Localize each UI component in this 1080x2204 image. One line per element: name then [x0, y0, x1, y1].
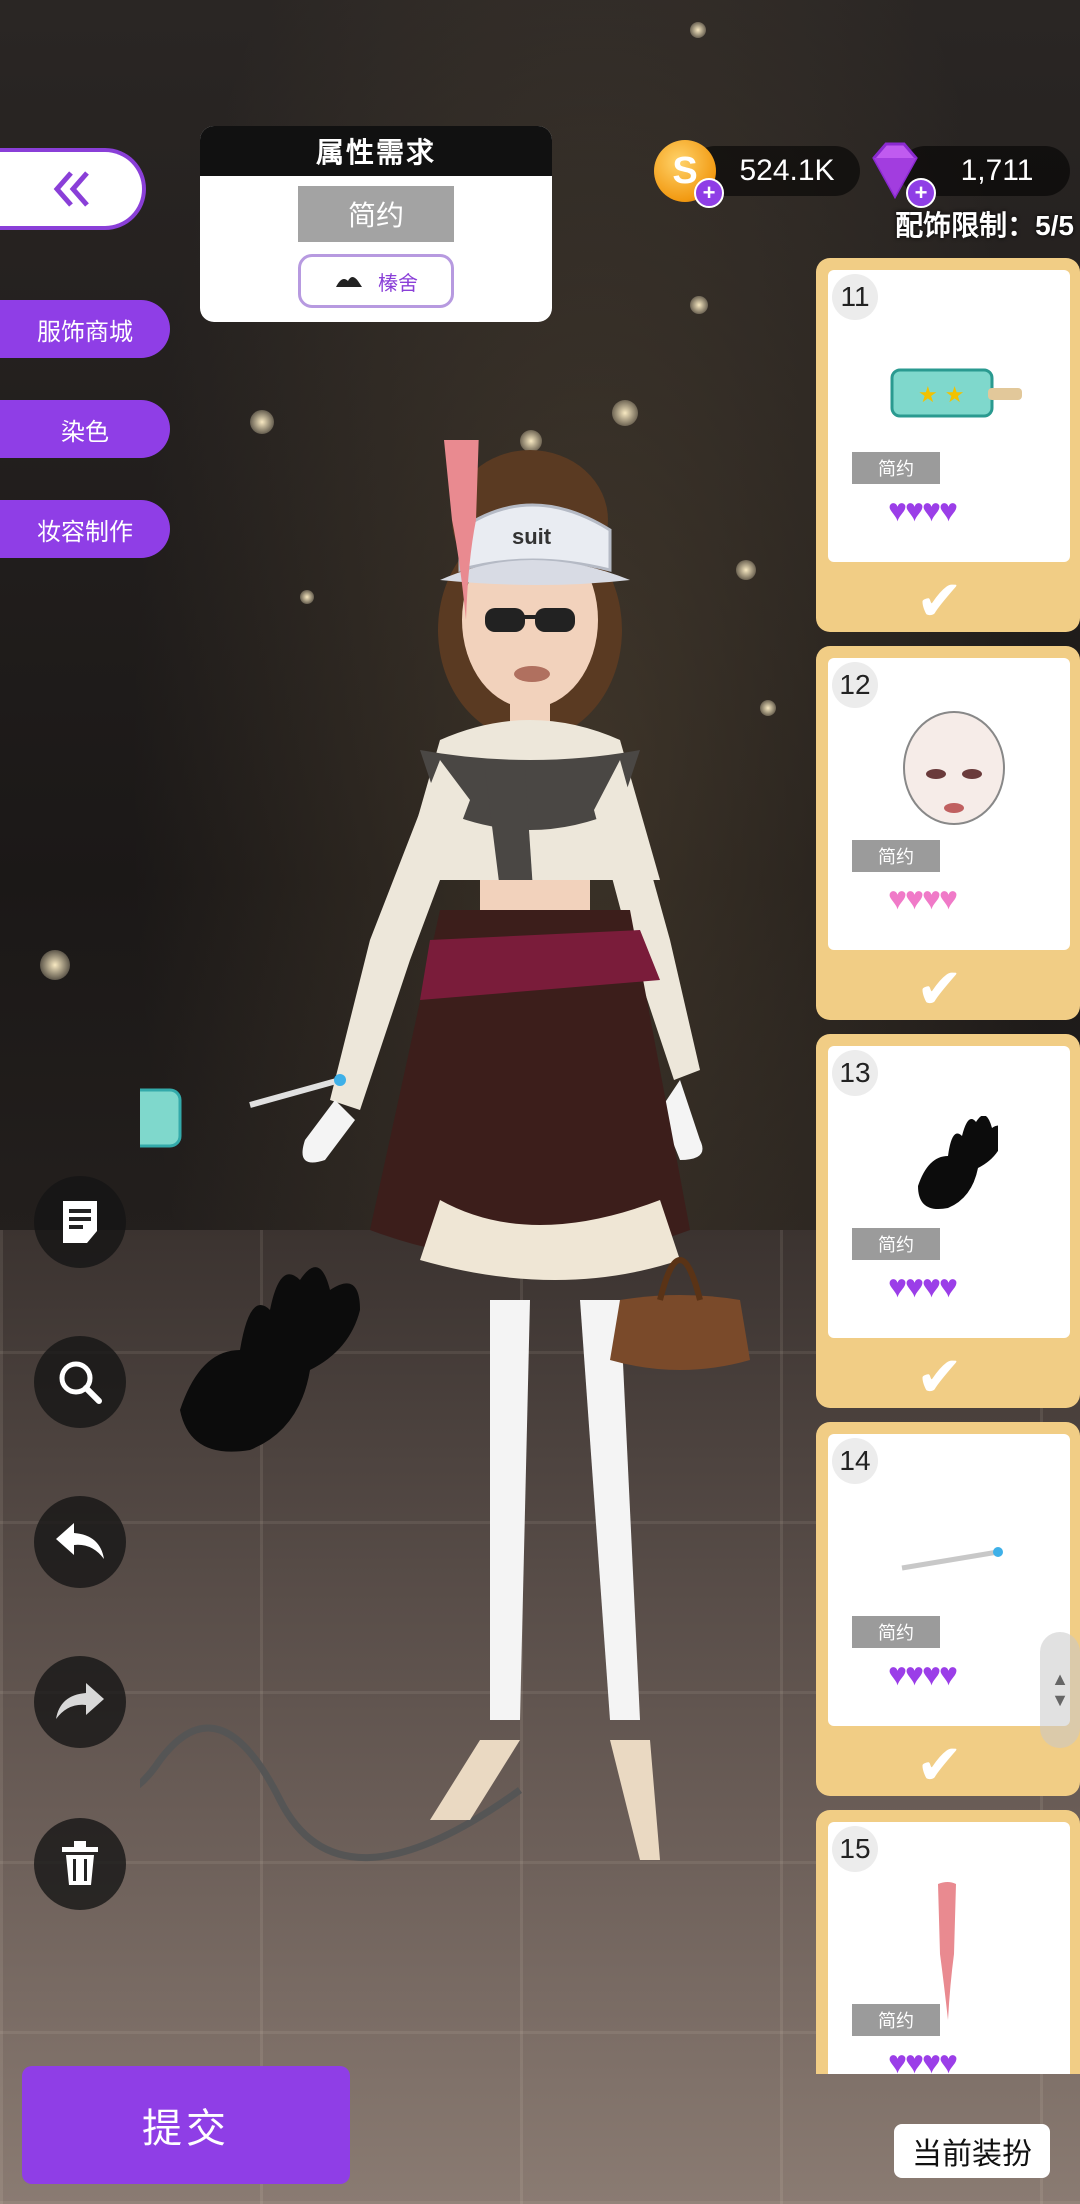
item-card-body: 14 简约 ♥♥♥♥	[828, 1434, 1070, 1726]
item-style-tag: 简约	[852, 1616, 940, 1648]
handprint-accessory	[180, 1267, 360, 1452]
item-number: 11	[832, 274, 878, 320]
brand-logo-icon	[336, 277, 362, 287]
item-style-tag: 简约	[852, 840, 940, 872]
thermometer-accessory	[249, 1077, 341, 1108]
trash-icon	[62, 1841, 98, 1885]
svg-text:★ ★: ★ ★	[918, 383, 964, 408]
delete-button[interactable]	[34, 1818, 126, 1910]
item-rating-hearts: ♥♥♥♥	[888, 2044, 958, 2074]
current-outfit-button[interactable]: 当前装扮	[894, 2124, 1050, 2178]
item-card-body: 13 简约 ♥♥♥♥	[828, 1046, 1070, 1338]
list-scroll-handle[interactable]: ▲ ▼	[1040, 1632, 1080, 1748]
item-card-13[interactable]: 13 简约 ♥♥♥♥ ✔	[816, 1034, 1080, 1408]
back-button[interactable]	[0, 148, 146, 230]
item-card-12[interactable]: 12 简约 ♥♥♥♥ ✔	[816, 646, 1080, 1020]
item-style-tag: 简约	[852, 1228, 940, 1260]
ice-pop-accessory	[140, 1088, 182, 1148]
item-rating-hearts: ♥♥♥♥	[888, 880, 958, 916]
notes-button[interactable]	[34, 1176, 126, 1268]
zoom-button[interactable]	[34, 1336, 126, 1428]
item-style-tag: 简约	[852, 2004, 940, 2036]
brand-name: 榛舍	[378, 272, 418, 295]
redo-icon	[56, 1683, 104, 1719]
style-tag: 简约	[298, 186, 454, 242]
item-card-15[interactable]: 15 简约 ♥♥♥♥	[816, 1810, 1080, 2074]
search-icon	[59, 1361, 102, 1404]
dye-button[interactable]: 染色	[0, 400, 170, 458]
item-card-11[interactable]: 11 ★ ★ 简约 ♥♥♥♥ ✔	[816, 258, 1080, 632]
coin-amount: 524.1K	[739, 154, 835, 187]
sparkle	[690, 22, 706, 38]
selected-check-icon: ✔	[916, 1345, 963, 1408]
gem-amount: 1,711	[960, 154, 1034, 187]
item-number: 15	[832, 1826, 878, 1872]
item-number: 13	[832, 1050, 878, 1096]
item-rating-hearts: ♥♥♥♥	[888, 492, 958, 528]
notes-icon	[63, 1201, 97, 1243]
selected-check-icon: ✔	[916, 569, 963, 632]
item-rating-hearts: ♥♥♥♥	[888, 1268, 958, 1304]
submit-button[interactable]: 提交	[22, 2066, 350, 2184]
item-card-body: 12 简约 ♥♥♥♥	[828, 658, 1070, 950]
sparkle	[690, 296, 708, 314]
ice-pop-item-icon: ★ ★	[890, 368, 1022, 418]
attribute-panel-title: 属性需求	[200, 126, 552, 176]
item-card-body: 11 ★ ★ 简约 ♥♥♥♥	[828, 270, 1070, 562]
attribute-requirement-panel: 属性需求 简约 榛舍	[200, 126, 552, 322]
item-style-tag: 简约	[852, 452, 940, 484]
arrow-down-icon: ▼	[1051, 1690, 1069, 1710]
item-list[interactable]: 11 ★ ★ 简约 ♥♥♥♥ ✔ 12 简约 ♥♥♥♥ ✔ 13 简约 ♥♥♥♥…	[808, 258, 1080, 2074]
double-chevron-left-icon	[53, 171, 89, 207]
visor-print: suit	[512, 524, 552, 549]
accessory-limit: 配饰限制：5/5	[895, 210, 1074, 241]
avatar-figure[interactable]: suit	[140, 440, 820, 1960]
selected-check-icon: ✔	[916, 1733, 963, 1796]
selected-check-icon: ✔	[916, 957, 963, 1020]
sparkle	[612, 400, 638, 426]
sparkle	[250, 410, 274, 434]
handprint-item-icon	[918, 1116, 998, 1209]
makeup-button[interactable]: 妆容制作	[0, 500, 170, 558]
brand-badge[interactable]: 榛舍	[298, 254, 454, 308]
item-number: 12	[832, 662, 878, 708]
add-coins-button[interactable]: +	[694, 178, 724, 208]
pink-stroke-item-icon	[938, 1882, 956, 2020]
costume-shop-button[interactable]: 服饰商城	[0, 300, 170, 358]
makeup-face-item-icon	[903, 711, 1005, 825]
item-rating-hearts: ♥♥♥♥	[888, 1656, 958, 1692]
handbag-accessory	[610, 1295, 750, 1370]
undo-button[interactable]	[34, 1496, 126, 1588]
item-card-14[interactable]: 14 简约 ♥♥♥♥ ✔	[816, 1422, 1080, 1796]
thermometer-item-icon	[901, 1547, 1003, 1571]
item-card-body: 15 简约 ♥♥♥♥	[828, 1822, 1070, 2074]
redo-button[interactable]	[34, 1656, 126, 1748]
sparkle	[40, 950, 70, 980]
undo-icon	[56, 1523, 104, 1559]
item-number: 14	[832, 1438, 878, 1484]
arrow-up-icon: ▲	[1051, 1669, 1069, 1689]
